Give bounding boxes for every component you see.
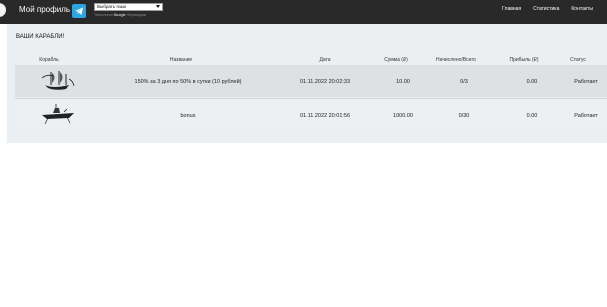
- column-header-profit: Прибыль (₽): [509, 57, 539, 63]
- column-header-amount: Сумма (₽): [384, 57, 408, 63]
- telegram-icon[interactable]: [72, 4, 86, 18]
- warship-icon: [39, 102, 77, 128]
- nav-statistics[interactable]: Статистика: [533, 6, 559, 12]
- row-name: bonus: [180, 113, 196, 119]
- brand-title[interactable]: Мой профиль: [19, 5, 70, 14]
- row-accrued: 0/3: [460, 79, 468, 85]
- column-header-date: Дата: [319, 57, 331, 63]
- row-amount: 1000.00: [393, 113, 413, 119]
- language-select-value: Выбрать язык: [97, 4, 127, 9]
- page-title: ВАШИ КАРАБЛИ!: [16, 34, 65, 40]
- table-row[interactable]: bonus 01.11.2022 20:01:56 1000.00 0/30 0…: [15, 98, 607, 130]
- powered-by-prefix: Технологии: [94, 13, 113, 17]
- row-status: Работает: [574, 113, 598, 119]
- sail-ship-icon: [39, 68, 77, 94]
- nav-contacts[interactable]: Контакты: [571, 6, 593, 12]
- logo-icon[interactable]: [0, 3, 6, 17]
- row-date: 01.11.2022 20:01:56: [299, 113, 351, 119]
- column-header-name: Название: [169, 57, 193, 63]
- row-accrued: 0/30: [458, 113, 470, 119]
- row-profit: 0.00: [526, 113, 538, 119]
- row-status: Работает: [574, 79, 598, 85]
- table-row[interactable]: 150% за 3 дня по 50% в сутки (10 рублей)…: [15, 65, 607, 97]
- row-date: 01.11.2022 20:02:33: [299, 79, 351, 85]
- main-nav: Главная Статистика Контакты: [502, 6, 593, 12]
- top-navbar: Мой профиль Выбрать язык Технологии Goog…: [0, 0, 607, 24]
- nav-home[interactable]: Главная: [502, 6, 521, 12]
- row-amount: 10.00: [396, 79, 410, 85]
- chevron-down-icon: [156, 5, 160, 8]
- powered-by-google-translate: Технологии Google Переводчик: [94, 13, 146, 17]
- powered-by-service: Google: [113, 13, 126, 17]
- language-select[interactable]: Выбрать язык: [94, 3, 163, 11]
- column-header-ship: Корабль: [39, 57, 59, 63]
- powered-by-suffix: Переводчик: [126, 13, 147, 17]
- row-profit: 0.00: [526, 79, 538, 85]
- row-name: 150% за 3 дня по 50% в сутки (10 рублей): [134, 79, 242, 85]
- ships-panel: ВАШИ КАРАБЛИ! Корабль Название Дата Сумм…: [7, 24, 607, 143]
- column-header-accrued: Начислено/Всего: [436, 57, 476, 63]
- column-header-status: Статус: [570, 57, 586, 63]
